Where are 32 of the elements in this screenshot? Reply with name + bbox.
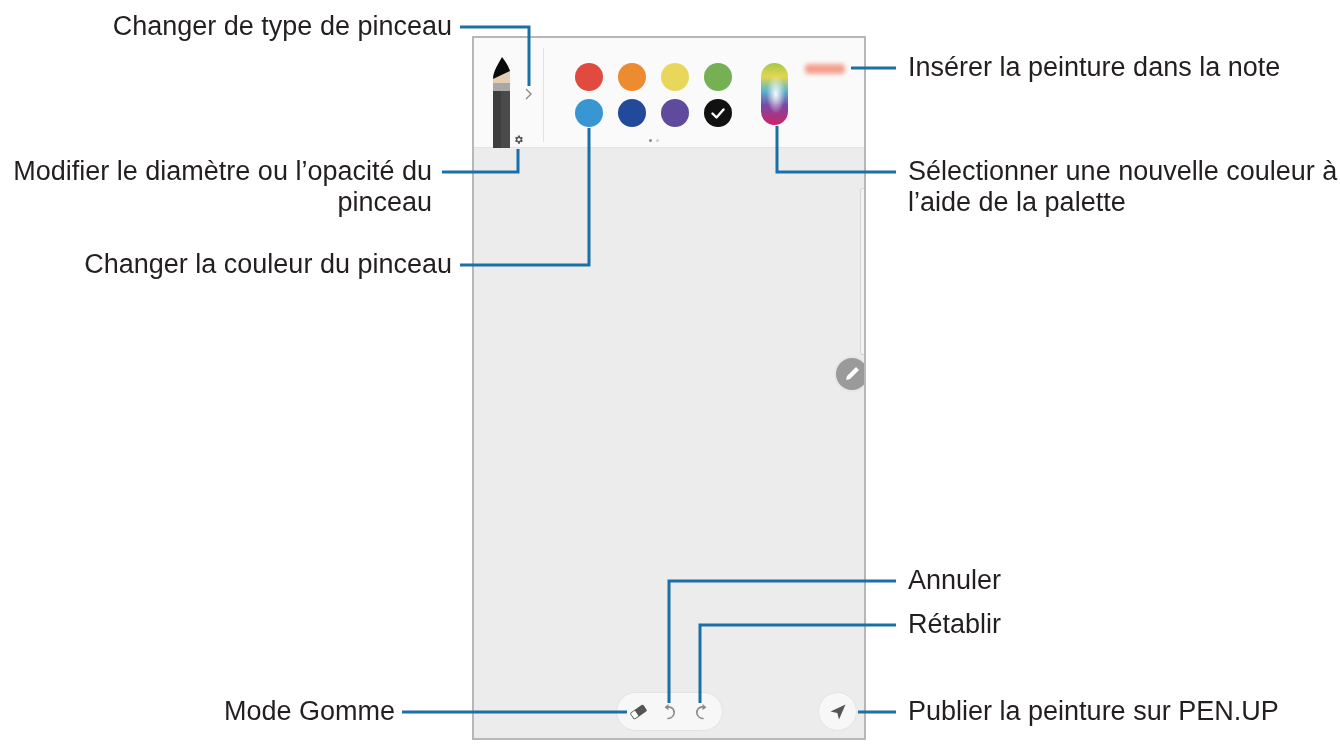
pen-icon	[843, 365, 861, 383]
callout-line	[460, 25, 531, 86]
blurred-label-icon	[805, 64, 845, 74]
callout-label: Annuler	[908, 565, 1002, 596]
callout-label: Mode Gomme	[223, 696, 395, 727]
color-swatch-icon[interactable]	[661, 99, 689, 127]
paper-plane-icon	[829, 703, 846, 720]
color-swatch-icon[interactable]	[575, 99, 603, 127]
check-icon	[711, 107, 725, 119]
color-swatch-icon[interactable]	[661, 63, 689, 91]
color-swatch-icon[interactable]	[704, 99, 732, 127]
color-swatch-icon[interactable]	[618, 63, 646, 91]
pen-button[interactable]	[834, 356, 864, 392]
send-button[interactable]	[818, 692, 857, 731]
undo-icon[interactable]	[663, 703, 676, 720]
callout-label: Changer de type de pinceau	[112, 11, 452, 42]
callout-label: Sélectionner une nouvelle couleur à l’aide de la palette	[908, 156, 1338, 218]
color-palette-icon[interactable]	[761, 63, 788, 125]
color-swatch-icon[interactable]	[704, 63, 732, 91]
redo-icon[interactable]	[694, 703, 707, 720]
pencil-icon[interactable]	[493, 57, 510, 148]
settings-icon[interactable]	[513, 134, 524, 145]
callout-label: Publier la peinture sur PEN.UP	[908, 696, 1279, 727]
callout-label: Insérer la peinture dans la note	[908, 52, 1281, 83]
callout-line	[858, 710, 896, 714]
callout-line	[851, 66, 896, 70]
callout-label: Modifier le diamètre ou l’opacité du pinceau	[12, 156, 432, 218]
chevron-right-icon[interactable]	[525, 88, 532, 100]
callout-label: Changer la couleur du pinceau	[84, 249, 452, 280]
color-swatch-icon[interactable]	[618, 99, 646, 127]
callout-label: Rétablir	[908, 609, 1002, 640]
color-swatch-icon[interactable]	[575, 63, 603, 91]
